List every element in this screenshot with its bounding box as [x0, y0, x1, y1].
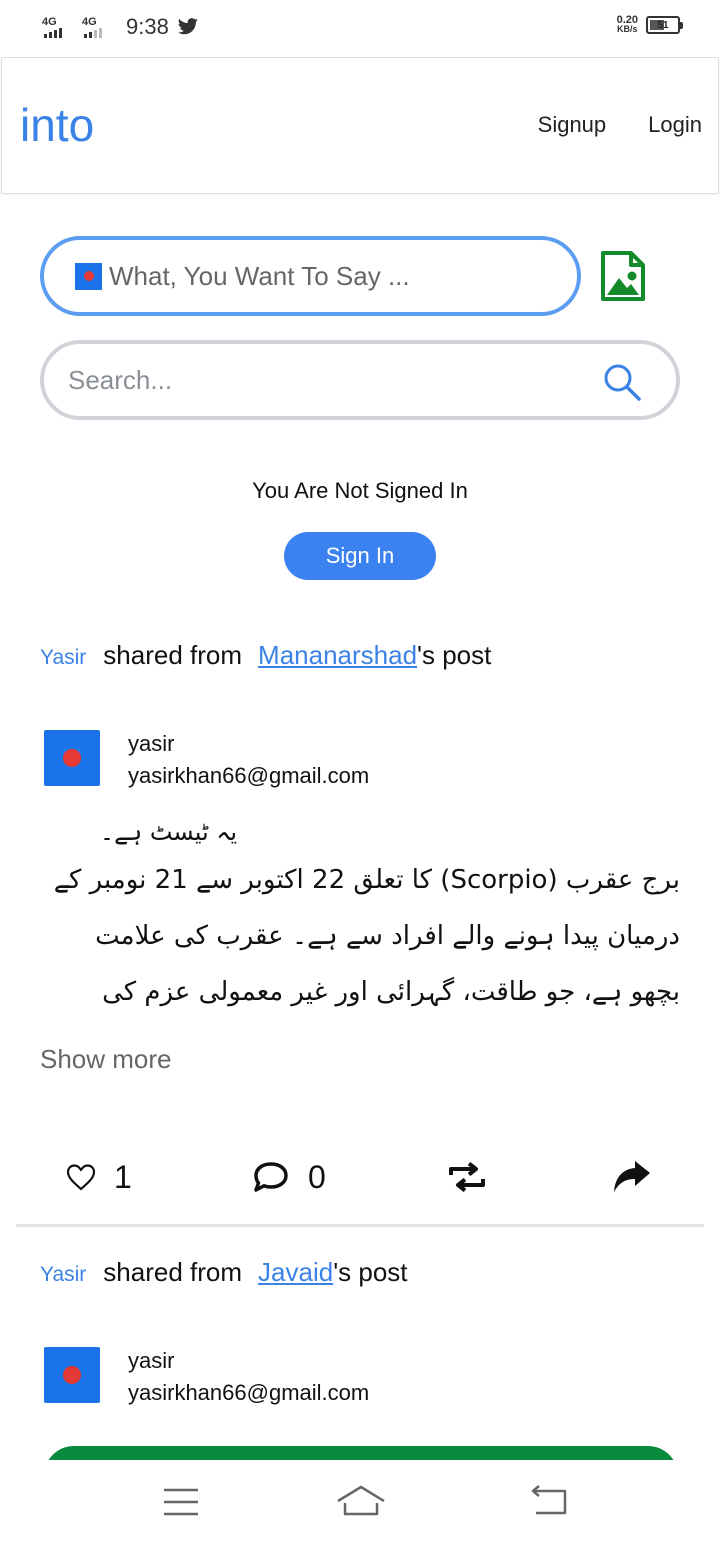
post-body: یہ ٹیسٹ ہے۔ برج عقرب (Scorpio) کا تعلق 2… — [40, 812, 680, 1008]
image-file-icon[interactable] — [600, 250, 646, 302]
avatar[interactable] — [44, 730, 100, 786]
battery-level: 51 — [657, 19, 669, 31]
system-navigation-bar — [0, 1460, 720, 1544]
signal-icon-sim2: 4G — [82, 16, 114, 38]
repost-action[interactable] — [447, 1150, 487, 1204]
shared-from-text: shared from — [103, 640, 243, 670]
author-email: yasirkhan66@gmail.com — [128, 763, 370, 788]
network-speed-unit: KB/s — [617, 24, 638, 34]
like-action[interactable]: 1 — [66, 1150, 132, 1204]
source-user-link[interactable]: Mananarshad — [258, 640, 417, 671]
network-speed: 0.20 KB/s — [617, 15, 638, 34]
sign-in-button[interactable]: Sign In — [284, 532, 436, 580]
top-navbar: into Signup Login — [1, 57, 719, 194]
post-actions: 1 0 — [0, 1150, 720, 1204]
comment-action[interactable]: 0 — [252, 1150, 326, 1204]
like-count: 1 — [114, 1158, 132, 1195]
share-action[interactable] — [612, 1150, 652, 1204]
sharer-name[interactable]: Yasir — [40, 646, 86, 670]
home-icon[interactable] — [336, 1484, 386, 1520]
share-arrow-icon[interactable] — [612, 1160, 652, 1194]
post-composer[interactable]: What, You Want To Say ... — [40, 236, 581, 316]
share-header: Yasir shared from Javaid's post — [40, 1257, 408, 1288]
show-more-link[interactable]: Show more — [40, 1044, 172, 1075]
not-signed-in-message: You Are Not Signed In — [252, 478, 468, 503]
network-type-label: 4G — [82, 16, 97, 28]
comment-count: 0 — [308, 1158, 326, 1195]
post-suffix: 's post — [417, 640, 492, 670]
login-link[interactable]: Login — [648, 112, 702, 138]
post-text-line: یہ ٹیسٹ ہے۔ — [100, 818, 238, 846]
composer-prompt: What, You Want To Say ... — [109, 260, 410, 291]
repost-icon[interactable] — [447, 1162, 487, 1192]
comment-icon[interactable] — [252, 1160, 290, 1194]
network-type-label: 4G — [42, 16, 57, 28]
search-icon[interactable] — [602, 362, 642, 402]
shared-from-text: shared from — [103, 1257, 243, 1287]
share-header: Yasir shared from Mananarshad 's post — [40, 640, 491, 671]
avatar — [75, 262, 102, 290]
sharer-name[interactable]: Yasir — [40, 1263, 86, 1287]
author-name[interactable]: yasir — [128, 1345, 369, 1377]
twitter-icon — [177, 18, 198, 35]
status-bar: 4G 4G 9:38 0.20 KB/s 51 — [0, 0, 720, 56]
post-text: برج عقرب (Scorpio) کا تعلق 22 اکتوبر سے … — [53, 865, 680, 1007]
post-author: yasir yasirkhan66@gmail.com — [44, 1347, 369, 1409]
post-suffix: 's post — [333, 1257, 408, 1287]
post-divider — [16, 1224, 704, 1227]
avatar[interactable] — [44, 1347, 100, 1403]
signal-icon-sim1: 4G — [42, 16, 74, 38]
battery-icon: 51 — [646, 16, 683, 34]
menu-icon[interactable] — [163, 1484, 199, 1520]
source-user-link[interactable]: Javaid — [258, 1257, 333, 1288]
clock: 9:38 — [126, 14, 169, 39]
author-name[interactable]: yasir — [128, 728, 369, 760]
heart-icon[interactable] — [66, 1163, 96, 1191]
brand-logo[interactable]: into — [20, 98, 94, 152]
back-icon[interactable] — [530, 1484, 568, 1520]
post-author: yasir yasirkhan66@gmail.com — [44, 730, 369, 792]
search-bar — [40, 340, 680, 420]
signup-link[interactable]: Signup — [538, 112, 607, 138]
search-input[interactable] — [68, 364, 568, 396]
author-email: yasirkhan66@gmail.com — [128, 1380, 370, 1405]
